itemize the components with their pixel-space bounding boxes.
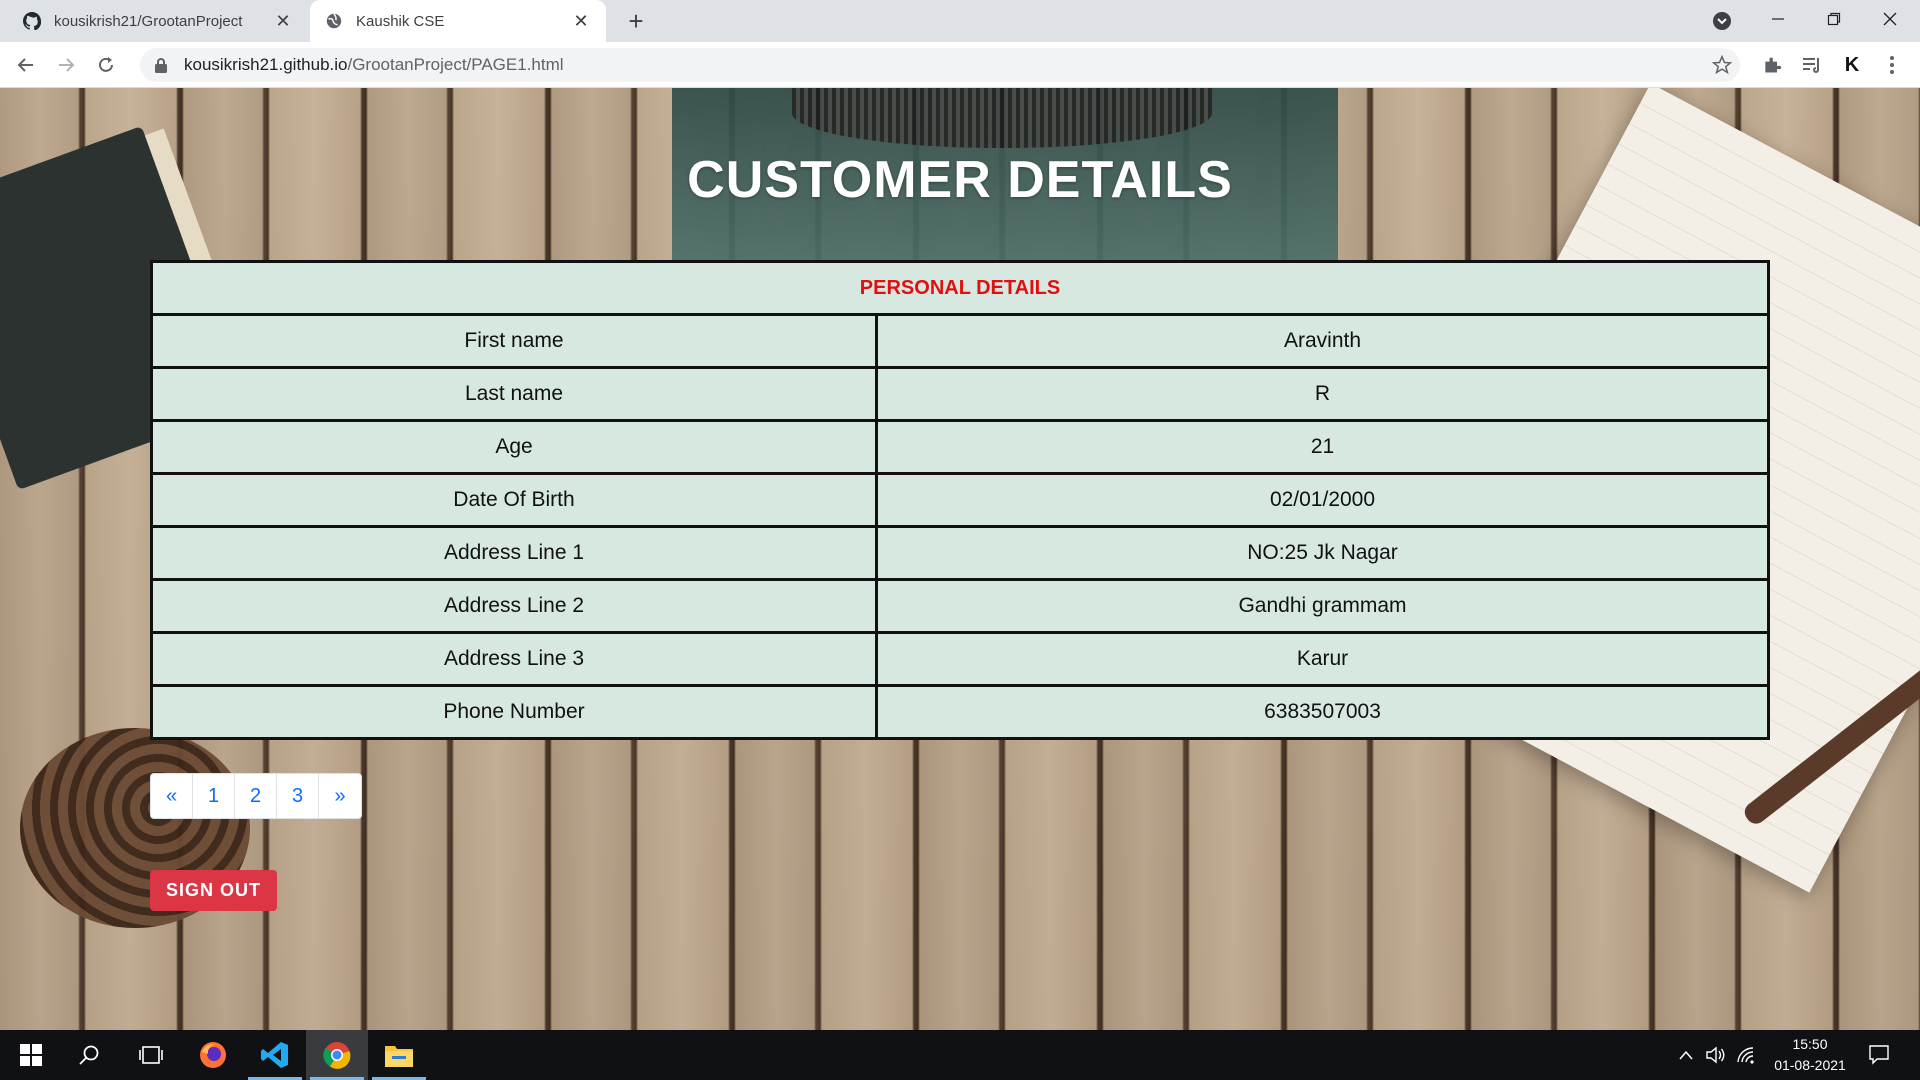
- reload-icon[interactable]: [92, 51, 120, 79]
- lock-icon[interactable]: [154, 57, 170, 73]
- table-header: PERSONAL DETAILS: [150, 260, 1770, 316]
- table-row: First name Aravinth: [150, 313, 1770, 369]
- profile-k-icon[interactable]: K: [1840, 53, 1864, 77]
- clock-time: 15:50: [1792, 1036, 1828, 1052]
- pagination-page-1[interactable]: 1: [193, 774, 235, 818]
- row-value: 6383507003: [875, 684, 1770, 740]
- window-close-icon[interactable]: [1862, 0, 1918, 38]
- sign-out-button[interactable]: SIGN OUT: [150, 870, 277, 911]
- vscode-icon[interactable]: [244, 1030, 306, 1080]
- pagination-prev[interactable]: «: [151, 774, 193, 818]
- system-clock[interactable]: 15:50 01-08-2021: [1760, 1034, 1860, 1076]
- row-value: Aravinth: [875, 313, 1770, 369]
- pagination-next[interactable]: »: [319, 774, 361, 818]
- table-row: Address Line 1 NO:25 Jk Nagar: [150, 525, 1770, 581]
- tab-close-icon[interactable]: ✕: [272, 10, 294, 32]
- restore-icon[interactable]: [1806, 0, 1862, 38]
- task-view-icon[interactable]: [120, 1030, 182, 1080]
- table-row: Address Line 3 Karur: [150, 631, 1770, 687]
- pagination: « 1 2 3 »: [150, 773, 362, 819]
- browser-toolbar: kousikrish21.github.io/GrootanProject/PA…: [0, 42, 1920, 88]
- tab-kaushik-cse[interactable]: Kaushik CSE ✕: [310, 0, 606, 42]
- row-label: Phone Number: [150, 684, 878, 740]
- globe-icon: [324, 11, 344, 31]
- extensions-puzzle-icon[interactable]: [1760, 53, 1784, 77]
- bookmark-star-icon[interactable]: [1710, 53, 1734, 77]
- volume-icon[interactable]: [1705, 1044, 1727, 1066]
- chrome-icon[interactable]: [306, 1030, 368, 1080]
- row-value: Gandhi grammam: [875, 578, 1770, 634]
- windows-start-icon[interactable]: [0, 1030, 62, 1080]
- url-domain: kousikrish21.github.io: [184, 55, 348, 74]
- row-value: Karur: [875, 631, 1770, 687]
- table-row: Age 21: [150, 419, 1770, 475]
- row-label: Last name: [150, 366, 878, 422]
- table-header-row: PERSONAL DETAILS: [150, 260, 1770, 316]
- row-label: Address Line 1: [150, 525, 878, 581]
- firefox-icon[interactable]: [182, 1030, 244, 1080]
- tab-close-icon[interactable]: ✕: [570, 10, 592, 32]
- row-value: 02/01/2000: [875, 472, 1770, 528]
- tab-strip: kousikrish21/GrootanProject ✕ Kaushik CS…: [0, 0, 1920, 42]
- wifi-icon[interactable]: [1735, 1044, 1757, 1066]
- chevron-up-icon[interactable]: [1675, 1044, 1697, 1066]
- table-row: Phone Number 6383507003: [150, 684, 1770, 740]
- row-value: 21: [875, 419, 1770, 475]
- pagination-page-2[interactable]: 2: [235, 774, 277, 818]
- menu-kebab-icon[interactable]: [1880, 53, 1904, 77]
- search-icon[interactable]: [58, 1030, 120, 1080]
- tab-title: Kaushik CSE: [356, 12, 445, 30]
- row-label: First name: [150, 313, 878, 369]
- new-tab-icon[interactable]: +: [622, 6, 650, 36]
- pagination-page-3[interactable]: 3: [277, 774, 319, 818]
- row-label: Address Line 3: [150, 631, 878, 687]
- url-path: /GrootanProject/PAGE1.html: [347, 55, 564, 74]
- address-bar[interactable]: kousikrish21.github.io/GrootanProject/PA…: [140, 48, 1740, 82]
- row-label: Address Line 2: [150, 578, 878, 634]
- table-row: Date Of Birth 02/01/2000: [150, 472, 1770, 528]
- row-value: NO:25 Jk Nagar: [875, 525, 1770, 581]
- tab-github[interactable]: kousikrish21/GrootanProject ✕: [8, 0, 308, 42]
- clock-date: 01-08-2021: [1774, 1057, 1846, 1073]
- notification-center-icon[interactable]: [1868, 1043, 1890, 1065]
- row-label: Date Of Birth: [150, 472, 878, 528]
- windows-taskbar: 15:50 01-08-2021: [0, 1030, 1920, 1080]
- minimize-icon[interactable]: [1750, 0, 1806, 38]
- row-value: R: [875, 366, 1770, 422]
- row-label: Age: [150, 419, 878, 475]
- github-icon: [22, 11, 42, 31]
- tab-search-icon[interactable]: [1710, 9, 1734, 33]
- back-arrow-icon[interactable]: [12, 51, 40, 79]
- tab-title: kousikrish21/GrootanProject: [54, 12, 243, 30]
- table-row: Address Line 2 Gandhi grammam: [150, 578, 1770, 634]
- page-title: CUSTOMER DETAILS: [687, 151, 1233, 209]
- file-explorer-icon[interactable]: [368, 1030, 430, 1080]
- page-viewport: CUSTOMER DETAILS PERSONAL DETAILS First …: [0, 88, 1920, 1030]
- forward-arrow-icon[interactable]: [52, 51, 80, 79]
- reading-list-icon[interactable]: [1800, 53, 1824, 77]
- personal-details-table: PERSONAL DETAILS First name Aravinth Las…: [150, 260, 1770, 740]
- table-row: Last name R: [150, 366, 1770, 422]
